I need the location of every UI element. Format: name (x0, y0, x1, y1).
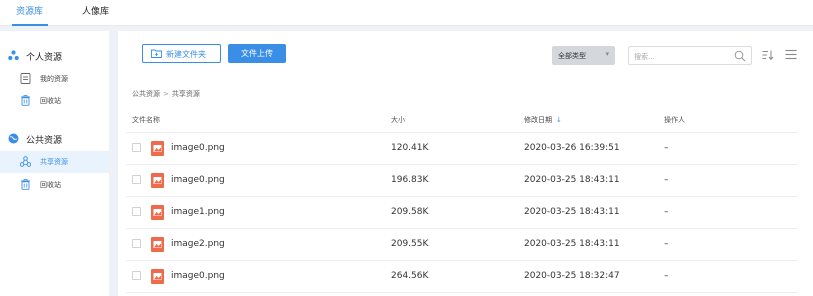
column-header-label: 修改日期 (524, 116, 552, 124)
column-header-modified-date[interactable]: 修改日期 ↓ (524, 115, 562, 125)
column-header-filename[interactable]: 文件名称 (132, 115, 160, 125)
sidebar-group-label: 公共资源 (26, 136, 63, 146)
divider (126, 292, 798, 293)
modified-date: 2020-03-26 16:39:51 (524, 143, 620, 153)
modified-date: 2020-03-25 18:43:11 (524, 239, 620, 249)
personal-resource-icon (8, 50, 19, 64)
file-name[interactable]: image0.png (171, 271, 225, 281)
share-icon (19, 156, 32, 170)
sidebar-item-my-resources[interactable]: 我的资源 (0, 68, 109, 90)
public-resource-icon (8, 133, 19, 147)
search-placeholder: 搜索... (634, 53, 655, 61)
modified-date: 2020-03-25 18:43:11 (524, 175, 620, 185)
image-file-icon (151, 269, 164, 284)
file-size: 120.41K (391, 143, 429, 153)
image-file-icon (151, 205, 164, 220)
search-input[interactable]: 搜索... (628, 46, 752, 65)
modified-date: 2020-03-25 18:43:11 (524, 207, 620, 217)
file-size: 264.56K (391, 271, 429, 281)
sidebar-item-shared-resources[interactable]: 共享资源 (0, 151, 109, 173)
search-icon[interactable] (734, 50, 746, 65)
folder-add-icon (151, 49, 162, 60)
image-file-icon (151, 173, 164, 188)
operator: – (664, 175, 669, 185)
column-header-size[interactable]: 大小 (391, 115, 405, 125)
active-tab-indicator (12, 24, 48, 26)
trash-icon (20, 179, 31, 193)
sort-icon[interactable] (762, 50, 774, 63)
row-checkbox[interactable] (132, 175, 141, 184)
image-file-icon (151, 141, 164, 156)
breadcrumb-separator: > (163, 90, 169, 98)
table-row[interactable]: image0.png 196.83K 2020-03-25 18:43:11 – (118, 165, 813, 196)
new-folder-label: 新建文件夹 (166, 50, 206, 59)
image-file-icon (151, 237, 164, 252)
row-checkbox[interactable] (132, 207, 141, 216)
sidebar-group-personal[interactable]: 个人资源 (0, 45, 109, 67)
sidebar-item-label: 回收站 (40, 181, 61, 189)
menu-icon[interactable] (785, 49, 797, 63)
file-size: 209.58K (391, 207, 429, 217)
main-content: 新建文件夹 文件上传 全部类型 ▾ 搜索... 公共资源 > 共享资源 文件名称… (118, 31, 813, 296)
file-type-value: 全部类型 (558, 52, 586, 60)
sort-down-icon: ↓ (556, 116, 562, 124)
row-checkbox[interactable] (132, 271, 141, 280)
tab-resource-library[interactable]: 资源库 (16, 4, 43, 17)
file-type-select[interactable]: 全部类型 ▾ (552, 46, 615, 65)
operator: – (664, 207, 669, 217)
breadcrumb-item-public[interactable]: 公共资源 (132, 90, 160, 98)
sidebar-group-label: 个人资源 (26, 53, 63, 63)
trash-icon (20, 95, 31, 109)
sidebar-item-label: 回收站 (40, 97, 61, 105)
tab-portrait-library[interactable]: 人像库 (82, 4, 109, 17)
file-name[interactable]: image0.png (171, 175, 225, 185)
breadcrumb-item-shared: 共享资源 (171, 90, 200, 98)
breadcrumb: 公共资源 > 共享资源 (132, 89, 200, 99)
row-checkbox[interactable] (132, 239, 141, 248)
operator: – (664, 239, 669, 249)
column-header-operator[interactable]: 操作人 (664, 115, 685, 125)
sidebar-item-label: 共享资源 (40, 158, 68, 166)
upload-button[interactable]: 文件上传 (228, 44, 286, 63)
table-row[interactable]: image1.png 209.58K 2020-03-25 18:43:11 – (118, 197, 813, 228)
top-navigation: 资源库 人像库 (0, 0, 813, 26)
file-size: 209.55K (391, 239, 429, 249)
sidebar: 个人资源 我的资源 回收站 公共资源 共享资源 回收站 (0, 31, 109, 296)
file-name[interactable]: image2.png (171, 239, 225, 249)
modified-date: 2020-03-25 18:32:47 (524, 271, 620, 281)
file-size: 196.83K (391, 175, 429, 185)
operator: – (664, 271, 669, 281)
table-row[interactable]: image0.png 264.56K 2020-03-25 18:32:47 – (118, 261, 813, 292)
sidebar-item-label: 我的资源 (40, 75, 68, 83)
operator: – (664, 143, 669, 153)
sidebar-group-public[interactable]: 公共资源 (0, 128, 109, 150)
table-header: 文件名称 大小 修改日期 ↓ 操作人 (118, 107, 813, 132)
document-icon (20, 73, 31, 87)
file-name[interactable]: image0.png (171, 143, 225, 153)
table-row[interactable]: image0.png 120.41K 2020-03-26 16:39:51 – (118, 133, 813, 164)
table-row[interactable]: image2.png 209.55K 2020-03-25 18:43:11 – (118, 229, 813, 260)
chevron-down-icon: ▾ (605, 50, 609, 58)
sidebar-item-recycle-bin-public[interactable]: 回收站 (0, 174, 109, 196)
row-checkbox[interactable] (132, 143, 141, 152)
file-name[interactable]: image1.png (171, 207, 225, 217)
sidebar-item-recycle-bin-personal[interactable]: 回收站 (0, 90, 109, 112)
new-folder-button[interactable]: 新建文件夹 (142, 44, 221, 63)
